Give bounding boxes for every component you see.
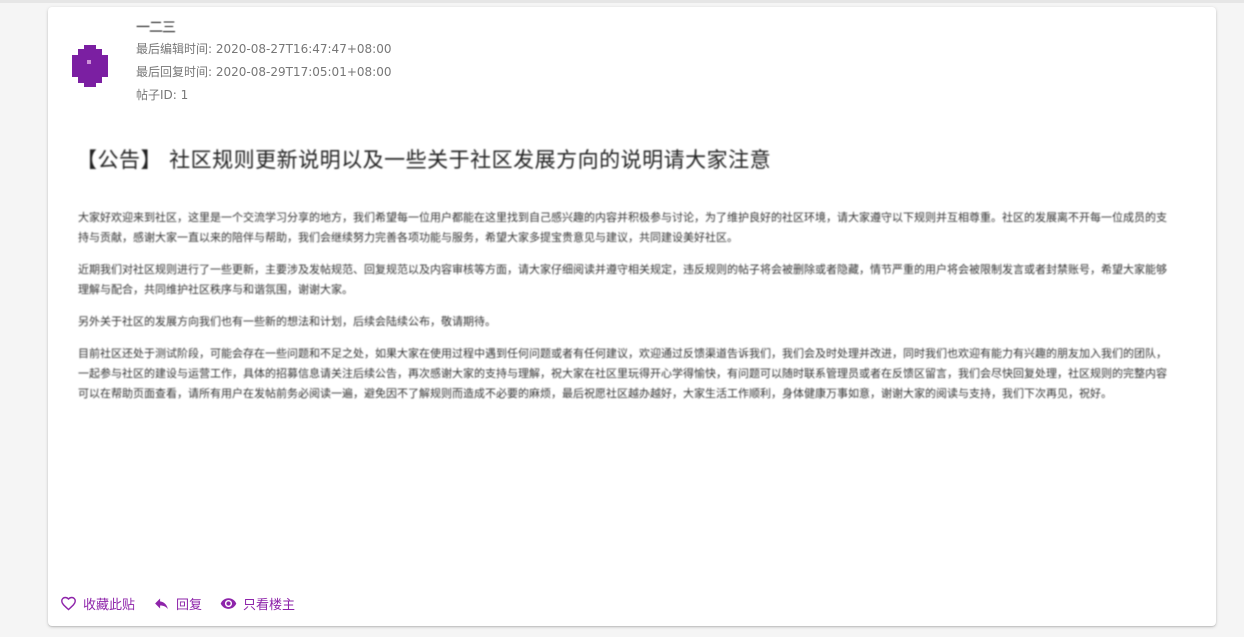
eye-icon bbox=[220, 597, 237, 609]
author-name[interactable]: 一二三 bbox=[136, 18, 391, 38]
post-id: 帖子ID: 1 bbox=[136, 84, 391, 107]
post-actions: 收藏此贴 回复 只看楼主 bbox=[60, 592, 313, 614]
post-id-label: 帖子ID: bbox=[136, 88, 181, 102]
last-edit-value: 2020-08-27T16:47:47+08:00 bbox=[215, 42, 392, 56]
op-only-label: 只看楼主 bbox=[243, 597, 296, 613]
top-divider bbox=[0, 0, 1244, 3]
reply-arrow-icon bbox=[155, 598, 168, 609]
last-edit-time: 最后编辑时间: 2020-08-27T16:47:47+08:00 bbox=[136, 38, 391, 61]
last-edit-label: 最后编辑时间: bbox=[136, 42, 216, 56]
body-paragraph-1: 大家好欢迎来到社区，这里是一个交流学习分享的地方，我们希望每一位用户都能在这里找… bbox=[78, 211, 1167, 244]
last-reply-time: 最后回复时间: 2020-08-29T17:05:01+08:00 bbox=[136, 61, 391, 84]
body-paragraph-2: 近期我们对社区规则进行了一些更新，主要涉及发帖规范、回复规范以及内容审核等方面，… bbox=[78, 263, 1167, 296]
post-card: 一二三 最后编辑时间: 2020-08-27T16:47:47+08:00 最后… bbox=[48, 7, 1216, 626]
body-paragraph-3: 另外关于社区的发展方向我们也有一些新的想法和计划，后续会陆续公布，敬请期待。 bbox=[78, 315, 496, 328]
last-reply-value: 2020-08-29T17:05:01+08:00 bbox=[215, 65, 392, 79]
op-only-button[interactable]: 只看楼主 bbox=[220, 594, 295, 613]
reply-label: 回复 bbox=[176, 597, 203, 613]
post-meta: 一二三 最后编辑时间: 2020-08-27T16:47:47+08:00 最后… bbox=[136, 18, 391, 107]
favorite-button[interactable]: 收藏此贴 bbox=[60, 594, 135, 613]
last-reply-label: 最后回复时间: bbox=[136, 65, 216, 79]
user-avatar[interactable] bbox=[72, 45, 108, 87]
favorite-label: 收藏此贴 bbox=[83, 597, 136, 613]
heart-outline-icon bbox=[61, 596, 76, 610]
post-title: 【公告】 社区规则更新说明以及一些关于社区发展方向的说明请大家注意 bbox=[76, 148, 772, 172]
post-body: 大家好欢迎来到社区，这里是一个交流学习分享的地方，我们希望每一位用户都能在这里找… bbox=[78, 208, 1168, 416]
post-id-value: 1 bbox=[180, 88, 189, 102]
body-paragraph-4: 目前社区还处于测试阶段，可能会存在一些问题和不足之处，如果大家在使用过程中遇到任… bbox=[78, 347, 1167, 400]
reply-button[interactable]: 回复 bbox=[153, 594, 202, 613]
